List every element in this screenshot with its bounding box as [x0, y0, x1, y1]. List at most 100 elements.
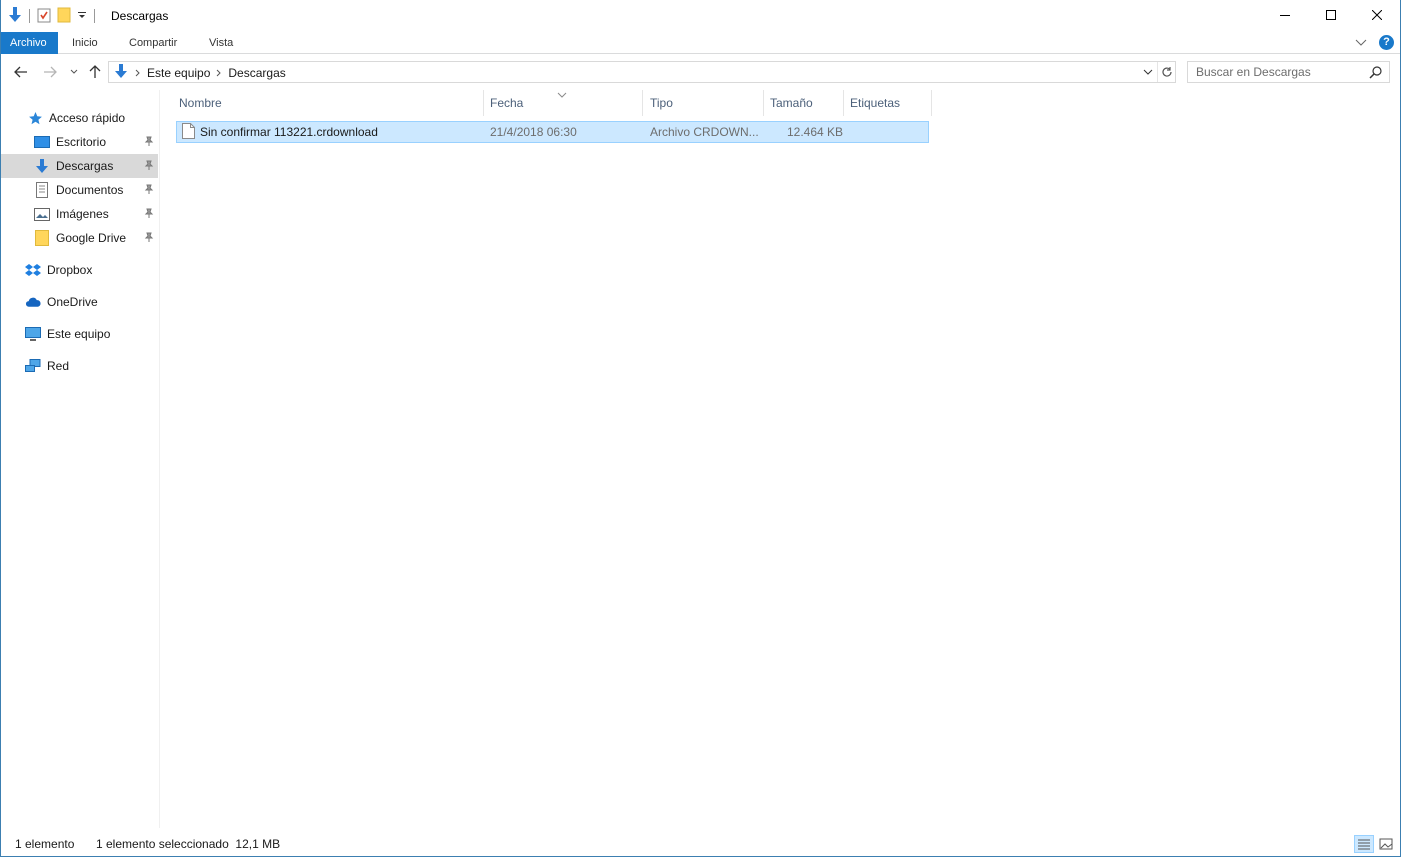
back-button[interactable] — [12, 63, 30, 81]
pictures-icon — [34, 206, 50, 222]
up-button[interactable] — [86, 63, 104, 81]
pin-icon[interactable] — [144, 160, 154, 174]
downloads-arrow-icon — [113, 63, 129, 83]
large-icons-view-icon — [1379, 838, 1393, 850]
minimize-icon — [1280, 15, 1290, 16]
file-icon — [182, 123, 195, 143]
address-history-button[interactable] — [1139, 62, 1157, 82]
window-title: Descargas — [111, 9, 169, 23]
breadcrumb-item-descargas[interactable]: Descargas — [228, 66, 285, 80]
sidebar-item-label: Google Drive — [56, 231, 127, 245]
details-view-button[interactable] — [1354, 835, 1374, 853]
breadcrumb-separator-icon[interactable] — [135, 66, 141, 80]
item-count: 1 elemento — [15, 837, 75, 851]
sidebar-item-label: Este equipo — [47, 327, 111, 341]
close-button[interactable] — [1354, 0, 1400, 30]
sidebar-item-descargas[interactable]: Descargas — [1, 154, 158, 178]
sidebar-item-onedrive[interactable]: OneDrive — [1, 290, 158, 314]
sidebar-item-documentos[interactable]: Documentos — [1, 178, 158, 202]
onedrive-cloud-icon — [25, 294, 41, 310]
help-button[interactable]: ? — [1379, 35, 1394, 50]
computer-icon — [25, 326, 41, 342]
table-row[interactable]: Sin confirmar 113221.crdownload 21/4/201… — [176, 121, 929, 143]
sidebar-item-google-drive[interactable]: Google Drive — [1, 226, 158, 250]
file-date: 21/4/2018 06:30 — [490, 125, 577, 139]
breadcrumb: Este equipo Descargas — [113, 64, 286, 82]
minimize-button[interactable] — [1262, 0, 1308, 30]
sidebar-item-label: Red — [47, 359, 70, 373]
column-header-tipo[interactable]: Tipo — [642, 90, 764, 116]
chevron-down-icon — [70, 69, 78, 74]
pin-icon[interactable] — [144, 208, 154, 222]
address-bar[interactable]: Este equipo Descargas — [108, 61, 1176, 83]
toolbar-divider — [94, 9, 95, 23]
sidebar-item-este-equipo[interactable]: Este equipo — [1, 322, 158, 346]
address-bar-controls — [1139, 62, 1175, 82]
maximize-button[interactable] — [1308, 0, 1354, 30]
file-size: 12.464 KB — [787, 125, 844, 139]
forward-arrow-icon — [44, 66, 57, 78]
pin-icon[interactable] — [144, 232, 154, 246]
dropbox-icon — [25, 262, 41, 278]
sidebar-item-dropbox[interactable]: Dropbox — [1, 258, 158, 282]
documents-icon — [34, 182, 50, 198]
properties-icon[interactable] — [36, 7, 52, 26]
sidebar-item-label: Dropbox — [47, 263, 93, 277]
breadcrumb-item-este-equipo[interactable]: Este equipo — [147, 66, 210, 80]
up-arrow-icon — [89, 65, 101, 78]
folder-icon — [34, 230, 50, 246]
downloads-arrow-icon — [34, 158, 50, 174]
back-arrow-icon — [14, 66, 27, 78]
sidebar-item-label: Imágenes — [56, 207, 109, 221]
pin-icon[interactable] — [144, 136, 154, 150]
search-box[interactable] — [1187, 61, 1390, 83]
sidebar-item-escritorio[interactable]: Escritorio — [1, 130, 158, 154]
desktop-folder-icon — [34, 134, 50, 150]
large-icons-view-button[interactable] — [1376, 835, 1396, 853]
file-list: Nombre Fecha Tipo Tamaño Etiquetas Sin c… — [161, 90, 1400, 828]
column-header-fecha[interactable]: Fecha — [482, 90, 643, 116]
file-explorer-window: Descargas Archivo Inicio Compartir Vista… — [0, 0, 1401, 857]
sidebar-item-label: Escritorio — [56, 135, 107, 149]
pin-icon[interactable] — [144, 184, 154, 198]
close-icon — [1372, 10, 1382, 20]
file-name: Sin confirmar 113221.crdownload — [200, 125, 378, 139]
view-switcher — [1354, 835, 1396, 853]
star-icon — [27, 110, 43, 126]
status-bar: 1 elemento 1 elemento seleccionado 12,1 … — [1, 833, 1400, 855]
breadcrumb-separator-icon[interactable] — [216, 66, 222, 80]
quick-access-toolbar — [7, 6, 97, 26]
tab-inicio[interactable]: Inicio — [62, 32, 108, 54]
sidebar-item-acceso-rapido[interactable]: Acceso rápido — [1, 106, 158, 130]
refresh-icon — [1161, 67, 1172, 77]
details-view-icon — [1358, 839, 1370, 850]
column-header-nombre[interactable]: Nombre — [171, 90, 484, 116]
selection-info: 1 elemento seleccionado 12,1 MB — [96, 837, 281, 851]
refresh-button[interactable] — [1157, 62, 1175, 82]
file-type: Archivo CRDOWN... — [650, 125, 759, 139]
expand-ribbon-icon[interactable] — [1355, 36, 1367, 50]
search-icon[interactable] — [1369, 65, 1383, 82]
window-controls — [1262, 0, 1400, 30]
search-input[interactable] — [1188, 62, 1368, 82]
maximize-icon — [1326, 10, 1336, 20]
sidebar-item-imagenes[interactable]: Imágenes — [1, 202, 158, 226]
title-bar: Descargas — [1, 0, 1400, 32]
forward-button[interactable] — [41, 63, 59, 81]
new-folder-icon[interactable] — [56, 7, 72, 26]
ribbon-controls: ? — [1355, 35, 1394, 50]
column-header-tamano[interactable]: Tamaño — [762, 90, 844, 116]
toolbar-divider — [29, 9, 30, 23]
network-icon — [25, 358, 41, 374]
navigation-pane: Acceso rápido Escritorio Descargas Docum… — [1, 90, 160, 828]
tab-compartir[interactable]: Compartir — [119, 32, 187, 54]
tab-vista[interactable]: Vista — [199, 32, 243, 54]
sidebar-item-label: Descargas — [56, 159, 114, 173]
tab-archivo[interactable]: Archivo — [1, 32, 58, 54]
recent-locations-button[interactable] — [65, 63, 83, 81]
downloads-arrow-icon[interactable] — [7, 6, 23, 27]
customize-toolbar-dropdown-icon[interactable] — [76, 9, 88, 24]
sidebar-item-label: Documentos — [56, 183, 124, 197]
sidebar-item-red[interactable]: Red — [1, 354, 158, 378]
column-header-etiquetas[interactable]: Etiquetas — [842, 90, 932, 116]
